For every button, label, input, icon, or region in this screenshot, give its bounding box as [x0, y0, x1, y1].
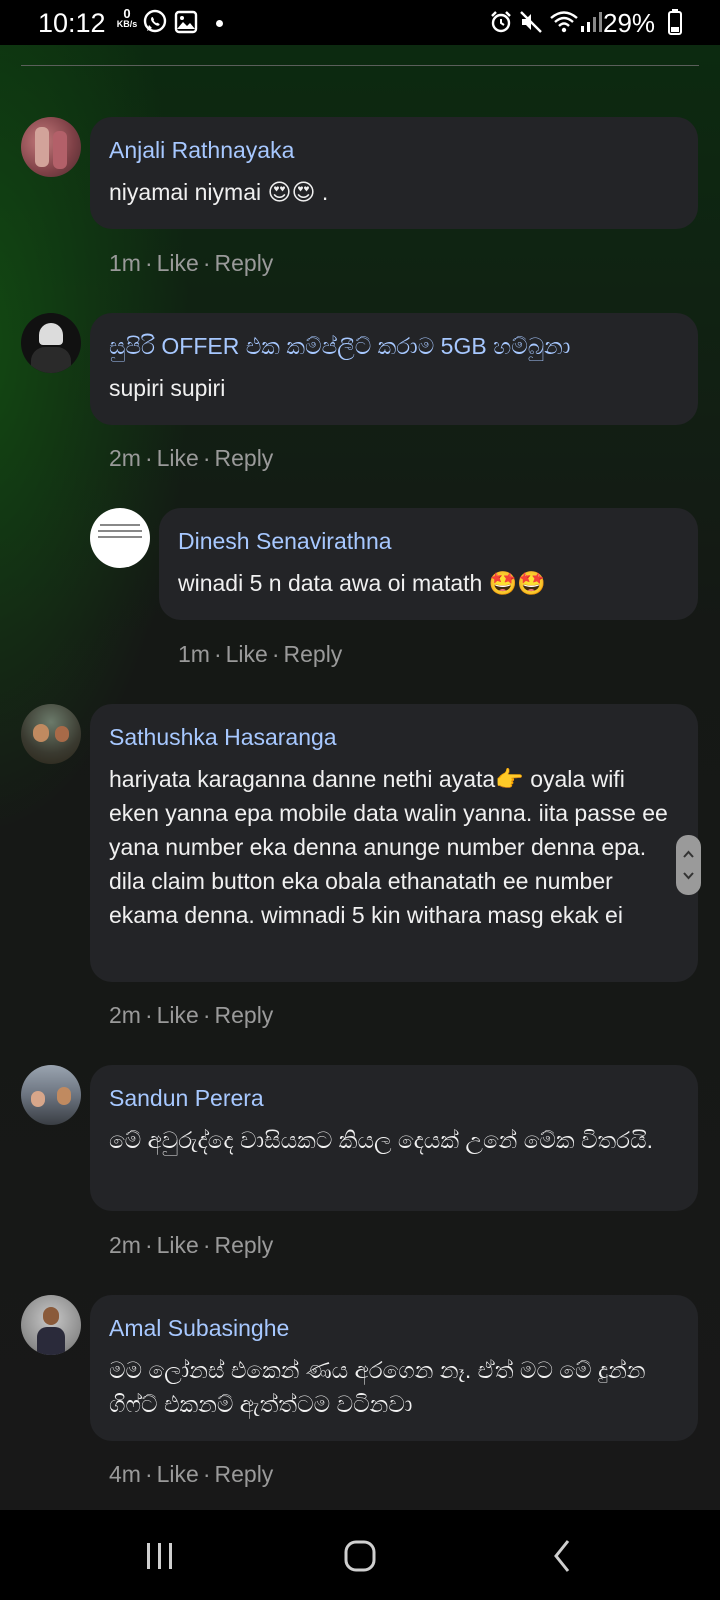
notification-dot	[216, 20, 223, 27]
separator: ·	[213, 641, 222, 667]
avatar[interactable]	[90, 508, 150, 568]
comment-bubble[interactable]: Amal Subasinghe මම ලෝනස් එකෙන් ණය අරගෙන …	[90, 1295, 698, 1441]
reply-button[interactable]: Reply	[215, 1232, 274, 1258]
alarm-icon	[491, 11, 511, 33]
recent-apps-icon[interactable]	[142, 1535, 178, 1575]
divider	[21, 65, 699, 66]
comment-bubble[interactable]: Dinesh Senavirathna winadi 5 n data awa …	[159, 508, 698, 620]
comment-meta: 1m · Like · Reply	[109, 250, 273, 277]
comment-text: මම ලෝනස් එකෙන් ණය අරගෙන නෑ. ඒත් මට මේ දු…	[109, 1357, 646, 1417]
comment-bubble[interactable]: Sathushka Hasaranga hariyata karaganna d…	[90, 704, 698, 982]
gallery-icon	[174, 10, 198, 34]
like-button[interactable]: Like	[226, 641, 268, 667]
avatar[interactable]	[21, 1295, 81, 1355]
separator: ·	[144, 1461, 153, 1487]
comment-text: hariyata karaganna danne nethi ayata👉 oy…	[109, 766, 668, 928]
separator: ·	[202, 1461, 211, 1487]
comment-author[interactable]: Dinesh Senavirathna	[178, 526, 678, 556]
avatar[interactable]	[21, 1065, 81, 1125]
separator: ·	[144, 1002, 153, 1028]
comment-meta: 2m · Like · Reply	[109, 445, 273, 472]
reply-button[interactable]: Reply	[215, 250, 274, 276]
battery-percent: 29%	[603, 8, 656, 38]
like-button[interactable]: Like	[157, 1232, 199, 1258]
comment-text: winadi 5 n data awa oi matath 🤩🤩	[178, 570, 546, 596]
comment-author[interactable]: Anjali Rathnayaka	[109, 135, 678, 165]
reply-button[interactable]: Reply	[215, 445, 274, 471]
comment-author[interactable]: සුපිරි OFFER එක කම්ප්ලීට් කරාම 5GB හම්බු…	[109, 331, 678, 361]
back-icon[interactable]	[548, 1535, 578, 1575]
comments-feed[interactable]: Anjali Rathnayaka niyamai niymai 😍😍 . 1m…	[0, 45, 720, 1510]
comment-meta: 4m · Like · Reply	[109, 1461, 273, 1488]
avatar[interactable]	[21, 117, 81, 177]
comment-meta: 1m · Like · Reply	[178, 641, 342, 668]
separator: ·	[144, 1232, 153, 1258]
comment-author[interactable]: Sathushka Hasaranga	[109, 722, 670, 752]
whatsapp-icon	[143, 9, 167, 33]
avatar[interactable]	[21, 704, 81, 764]
comment-meta: 2m · Like · Reply	[109, 1002, 273, 1029]
comment-meta: 2m · Like · Reply	[109, 1232, 273, 1259]
like-button[interactable]: Like	[157, 250, 199, 276]
comment-time: 1m	[178, 641, 210, 667]
separator: ·	[202, 445, 211, 471]
separator: ·	[202, 1002, 211, 1028]
comment-text: niyamai niymai 😍😍 .	[109, 179, 329, 205]
network-speed-value: 0	[123, 6, 131, 21]
comment-text: මේ අවුරුද්දෙ වාසියකට කියල දෙයක් උනේ මේක …	[109, 1127, 653, 1153]
status-bar: 10:12 0 KB/s 29%	[0, 0, 720, 45]
wifi-icon	[550, 11, 578, 33]
separator: ·	[202, 1232, 211, 1258]
comment-bubble[interactable]: Sandun Perera මේ අවුරුද්දෙ වාසියකට කියල …	[90, 1065, 698, 1211]
comment-author[interactable]: Amal Subasinghe	[109, 1313, 678, 1343]
comment-text: supiri supiri	[109, 375, 226, 401]
scroll-arrows-icon	[683, 850, 694, 880]
network-speed-unit: KB/s	[116, 19, 138, 29]
status-time: 10:12	[38, 8, 106, 38]
comment-time: 2m	[109, 445, 141, 471]
like-button[interactable]: Like	[157, 445, 199, 471]
avatar[interactable]	[21, 313, 81, 373]
comment-time: 2m	[109, 1232, 141, 1258]
separator: ·	[202, 250, 211, 276]
separator: ·	[271, 641, 280, 667]
comment-time: 4m	[109, 1461, 141, 1487]
fast-scroll-handle[interactable]	[676, 835, 701, 895]
signal-icon	[581, 12, 602, 32]
comment-author[interactable]: Sandun Perera	[109, 1083, 678, 1113]
comment-bubble[interactable]: සුපිරි OFFER එක කම්ප්ලීට් කරාම 5GB හම්බු…	[90, 313, 698, 425]
battery-icon	[668, 9, 682, 35]
like-button[interactable]: Like	[157, 1461, 199, 1487]
mute-icon	[520, 11, 542, 33]
network-speed: 0 KB/s	[114, 6, 140, 30]
navigation-bar	[0, 1510, 720, 1600]
like-button[interactable]: Like	[157, 1002, 199, 1028]
comment-time: 1m	[109, 250, 141, 276]
reply-button[interactable]: Reply	[215, 1002, 274, 1028]
home-icon[interactable]	[340, 1535, 380, 1575]
comment-time: 2m	[109, 1002, 141, 1028]
reply-button[interactable]: Reply	[215, 1461, 274, 1487]
comment-bubble[interactable]: Anjali Rathnayaka niyamai niymai 😍😍 .	[90, 117, 698, 229]
separator: ·	[144, 445, 153, 471]
separator: ·	[144, 250, 153, 276]
reply-button[interactable]: Reply	[284, 641, 343, 667]
